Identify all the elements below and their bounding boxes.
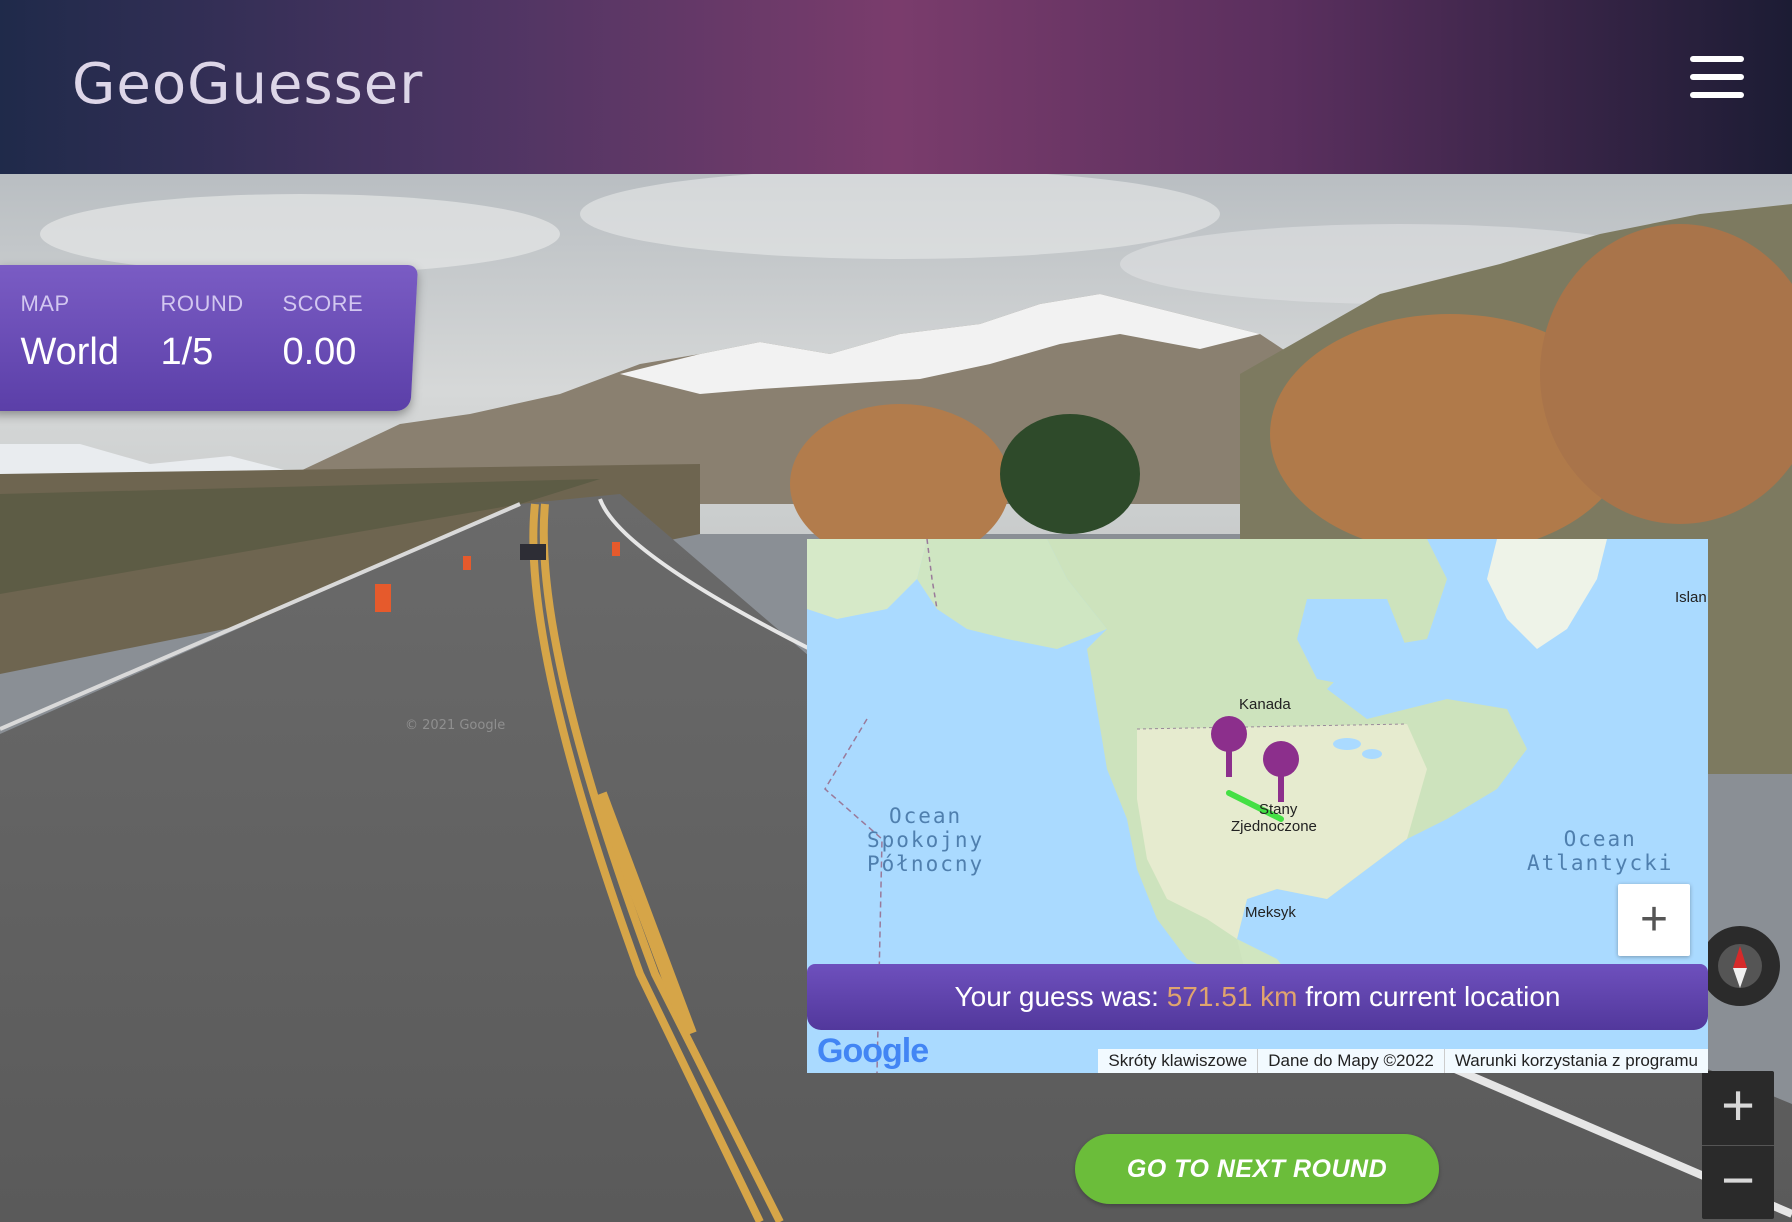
stat-score-value: 0.00 <box>282 331 357 373</box>
stat-map-value: World <box>20 331 120 373</box>
map-label-usa-2: Zjednoczone <box>1231 818 1317 835</box>
menu-bar <box>1690 92 1744 98</box>
stat-round: ROUND 1/5 <box>160 291 243 374</box>
map-label-usa-1: Stany <box>1259 801 1298 818</box>
menu-bar <box>1690 56 1744 62</box>
result-prefix: Your guess was: <box>954 981 1159 1012</box>
actual-location-pin <box>1263 741 1299 777</box>
stat-map-label: MAP <box>20 291 70 316</box>
menu-bar <box>1690 74 1744 80</box>
app-header: GeoGuesser <box>0 0 1792 174</box>
map-data-text: Dane do Mapy ©2022 <box>1257 1049 1444 1073</box>
compass-icon[interactable] <box>1700 926 1780 1006</box>
result-distance: 571.51 km <box>1166 981 1298 1012</box>
streetview-zoom-in-button[interactable]: + <box>1702 1071 1774 1146</box>
streetview-zoom-out-button[interactable]: − <box>1702 1146 1774 1220</box>
stat-map: MAP World <box>20 291 119 374</box>
map-label-island: Islan <box>1675 589 1707 606</box>
game-stats-panel: MAP World ROUND 1/5 SCORE 0.00 <box>0 265 419 411</box>
stat-score: SCORE 0.00 <box>282 291 363 374</box>
ocean-label-pacific: Ocean Spokojny Północny <box>867 804 984 876</box>
streetview-zoom-controls: + − <box>1702 1071 1774 1219</box>
result-suffix: from current location <box>1305 981 1561 1012</box>
app-logo[interactable]: GeoGuesser <box>72 52 423 117</box>
map-zoom-in-button[interactable]: + <box>1618 884 1690 956</box>
stat-score-label: SCORE <box>282 291 364 316</box>
ocean-pacific-line: Ocean <box>888 804 963 828</box>
google-watermark: © 2021 Google <box>405 718 505 733</box>
ocean-atlantic-line: Ocean <box>1563 827 1637 851</box>
terms-link[interactable]: Warunki korzystania z programu <box>1443 1049 1708 1073</box>
stat-round-value: 1/5 <box>160 331 214 373</box>
map-label-canada: Kanada <box>1239 696 1291 713</box>
hamburger-menu-icon[interactable] <box>1690 56 1744 98</box>
map-label-mexico: Meksyk <box>1245 904 1296 921</box>
ocean-pacific-line: Spokojny <box>867 828 985 852</box>
ocean-pacific-line: Północny <box>867 852 985 876</box>
google-logo-text: Google <box>817 1032 929 1070</box>
map-footer: Google Skróty klawiszowe Dane do Mapy ©2… <box>807 1030 1708 1073</box>
guess-result-banner: Your guess was: 571.51 km from current l… <box>807 964 1708 1030</box>
stat-round-label: ROUND <box>160 291 244 316</box>
google-logo: Google <box>817 1032 929 1071</box>
ocean-atlantic-line: Atlantycki <box>1527 851 1674 875</box>
keyboard-shortcuts-link[interactable]: Skróty klawiszowe <box>1098 1049 1257 1073</box>
guess-map[interactable]: Kanada Stany Zjednoczone Meksyk Islan Oc… <box>807 539 1708 1073</box>
ocean-label-atlantic: Ocean Atlantycki <box>1527 827 1673 875</box>
guess-pin <box>1211 716 1247 752</box>
next-round-button[interactable]: GO TO NEXT ROUND <box>1075 1134 1439 1204</box>
map-attribution: Skróty klawiszowe Dane do Mapy ©2022 War… <box>1098 1049 1708 1073</box>
